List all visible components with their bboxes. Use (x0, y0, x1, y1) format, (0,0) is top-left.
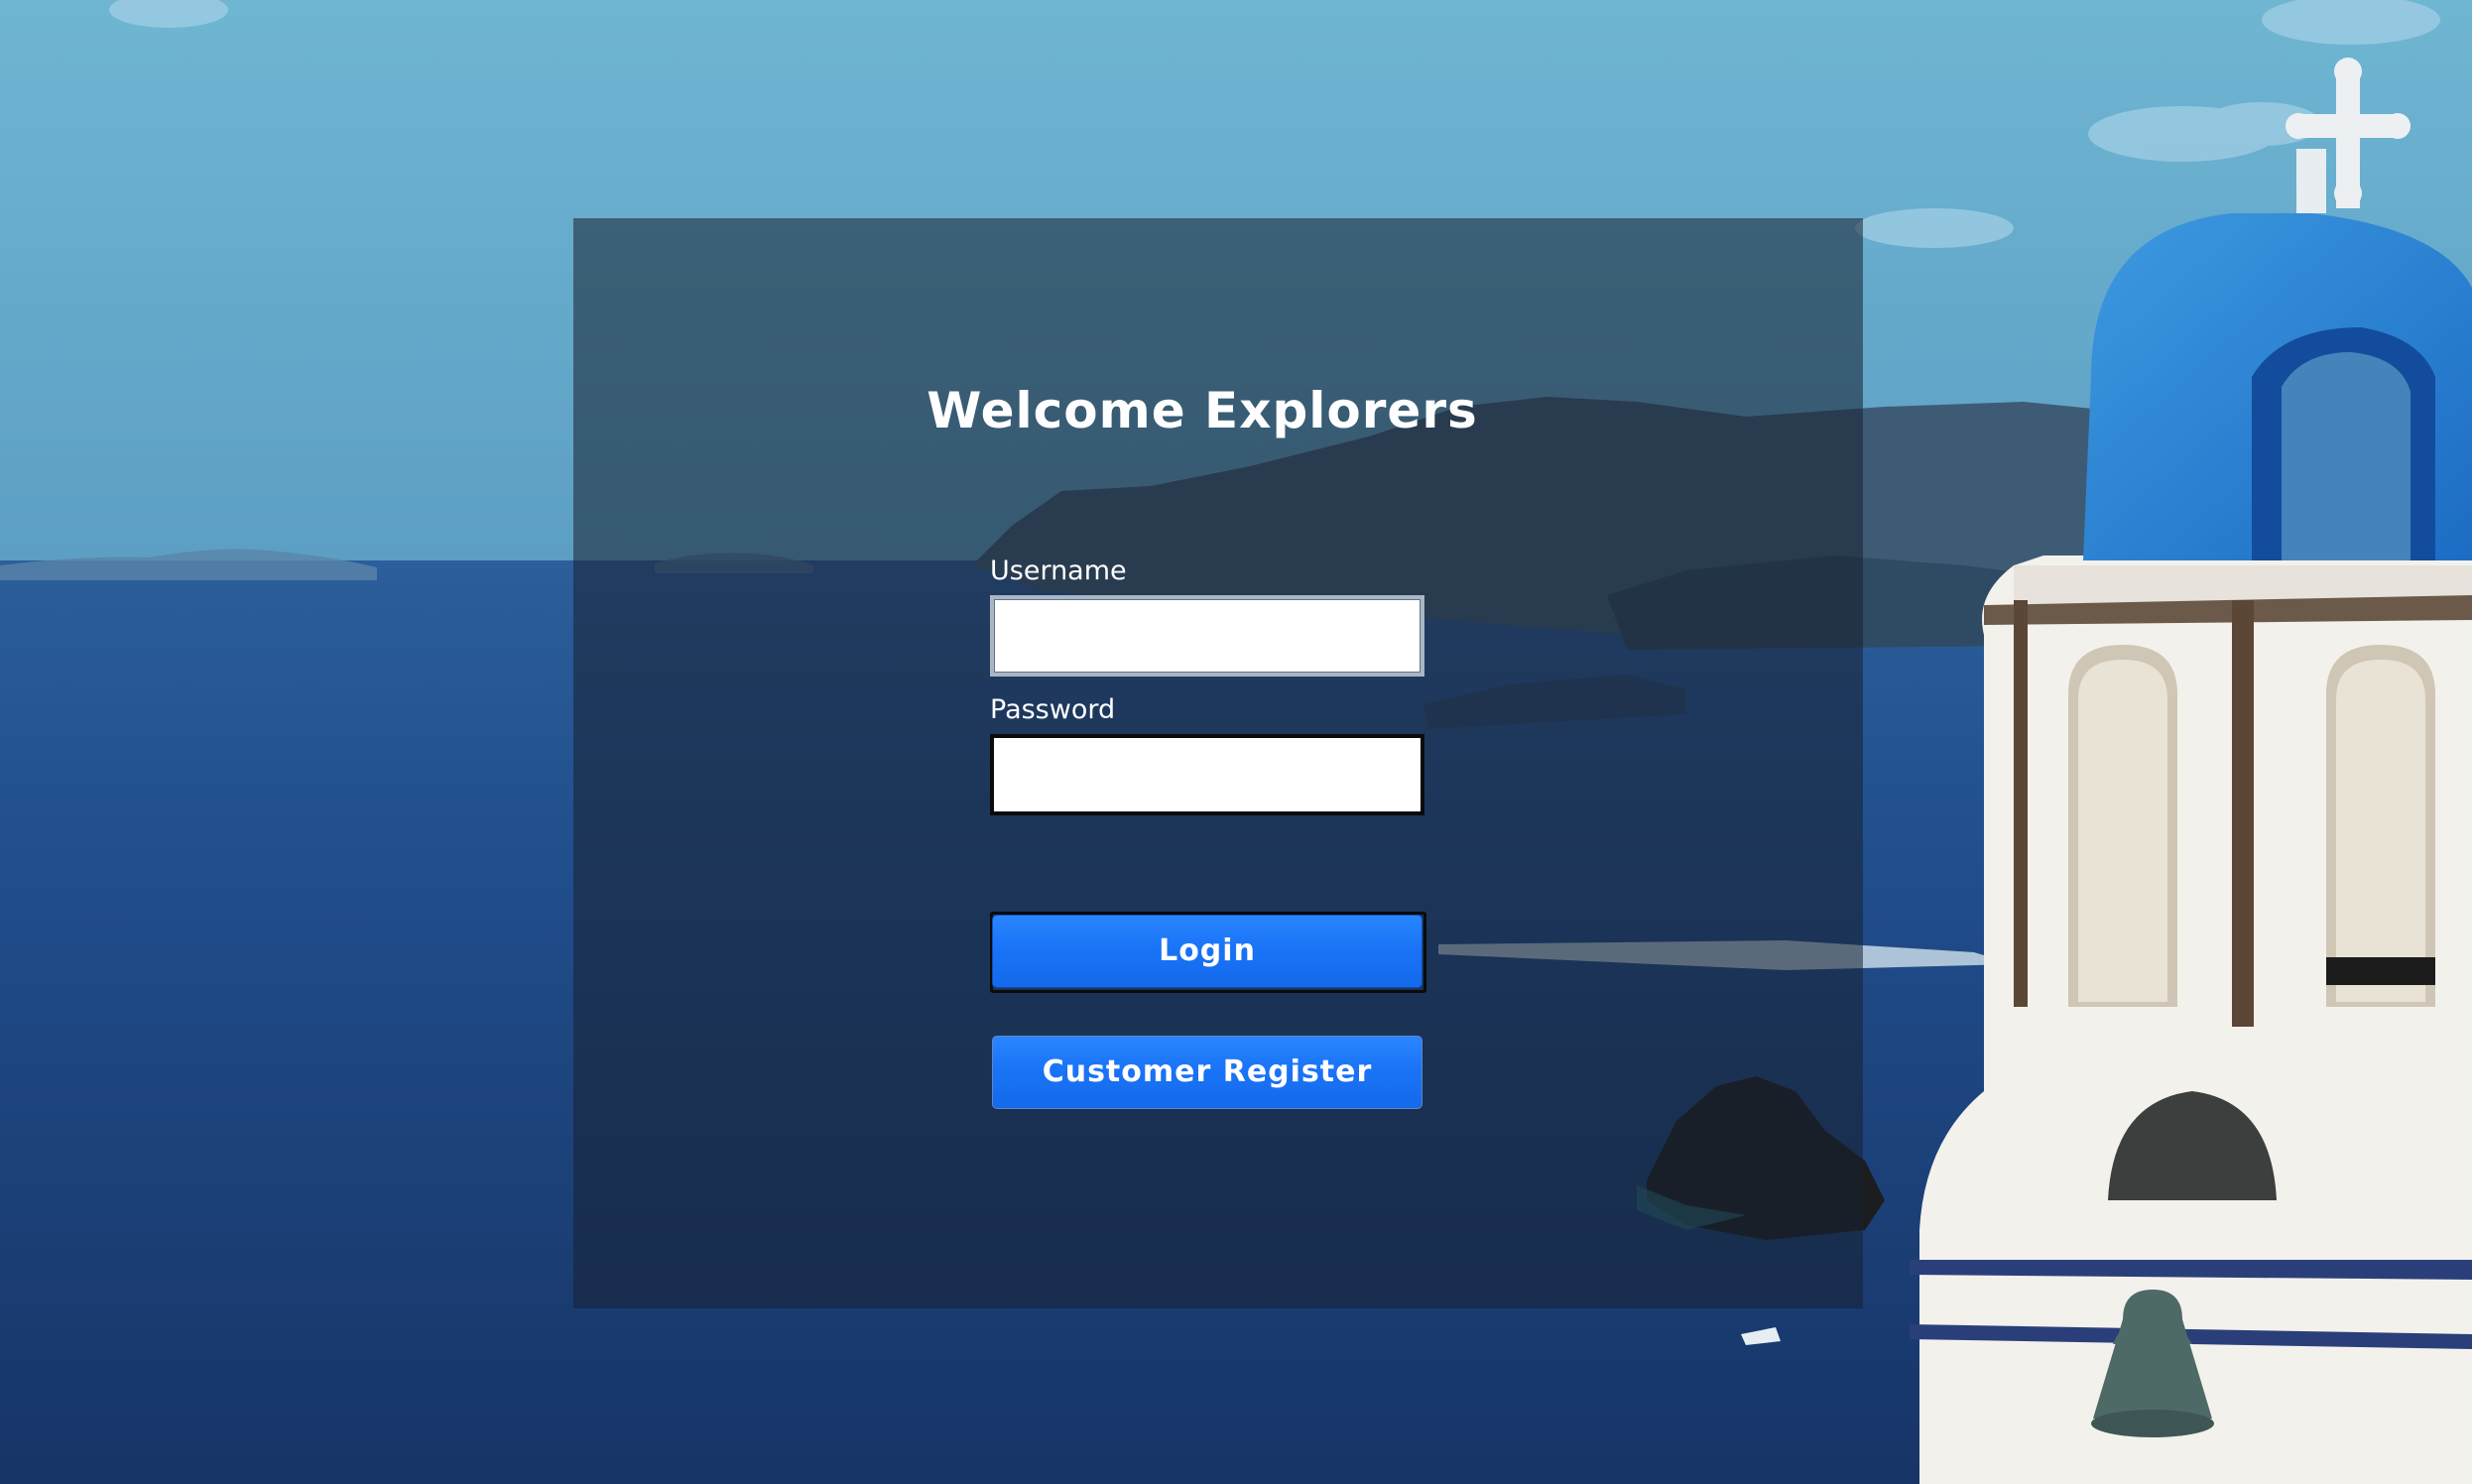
login-screen: Welcome Explorers Username Password Logi… (0, 0, 2472, 1484)
welcome-title: Welcome Explorers (927, 382, 1478, 439)
username-input[interactable] (990, 595, 1424, 677)
password-label: Password (990, 694, 1116, 725)
username-label: Username (990, 556, 1127, 586)
customer-register-button[interactable]: Customer Register (992, 1036, 1422, 1109)
password-input[interactable] (990, 734, 1424, 815)
login-button[interactable]: Login (992, 915, 1422, 988)
